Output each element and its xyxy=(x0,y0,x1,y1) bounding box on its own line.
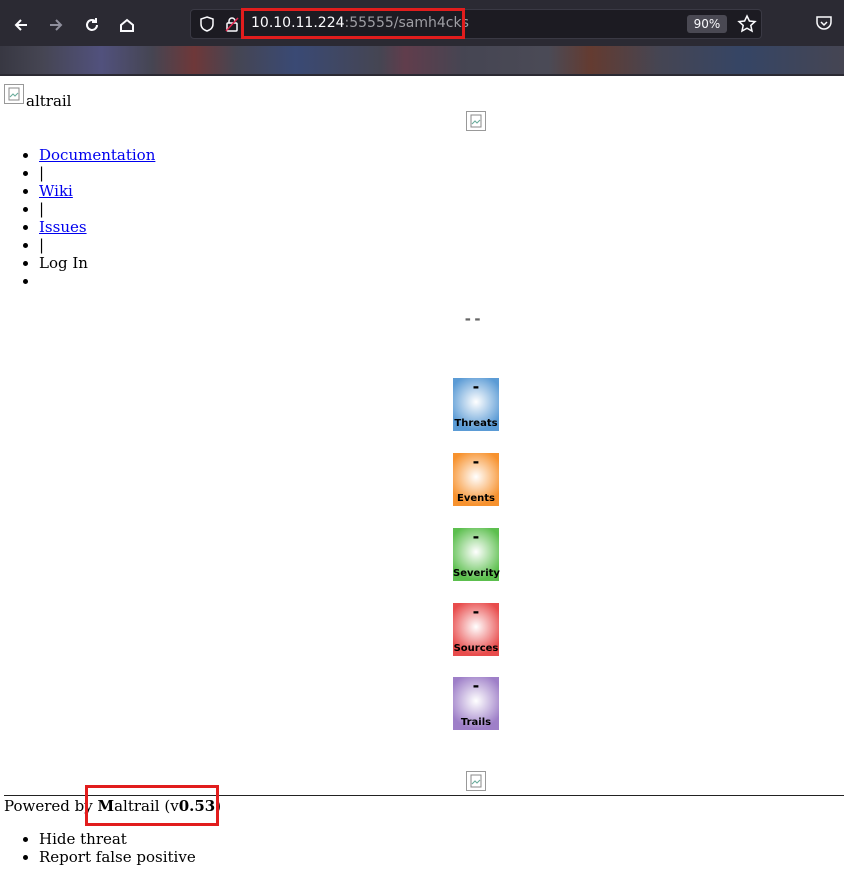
shield-icon[interactable] xyxy=(199,16,215,32)
url-highlight-box xyxy=(241,8,465,39)
tile-label: Trails xyxy=(460,717,492,728)
bookmarks-bar xyxy=(0,46,844,74)
powered-prefix: Powered by xyxy=(4,797,98,815)
login-item[interactable]: Log In xyxy=(39,254,155,272)
tile-events[interactable]: - Events xyxy=(453,453,499,506)
top-nav-list: Documentation | Wiki | Issues | Log In xyxy=(20,146,155,290)
back-icon[interactable] xyxy=(8,12,34,38)
hide-threat-item[interactable]: Hide threat xyxy=(39,830,196,848)
tile-value: - xyxy=(472,527,480,546)
tile-label: Events xyxy=(457,493,495,504)
home-icon[interactable] xyxy=(114,12,140,38)
nav-separator: | xyxy=(39,236,155,254)
pocket-icon[interactable] xyxy=(814,13,834,33)
tile-value: - xyxy=(472,676,480,695)
tile-label: Threats xyxy=(454,418,498,429)
nav-separator: | xyxy=(39,164,155,182)
tile-trails[interactable]: - Trails xyxy=(453,677,499,730)
insecure-lock-icon[interactable] xyxy=(224,16,240,32)
bookmark-star-icon[interactable] xyxy=(737,14,757,34)
report-false-positive-item[interactable]: Report false positive xyxy=(39,848,196,866)
zoom-level[interactable]: 90% xyxy=(687,15,727,33)
logo-text: altrail xyxy=(26,92,72,110)
tile-value: - xyxy=(472,377,480,396)
documentation-link[interactable]: Documentation xyxy=(39,146,155,164)
empty-nav-item xyxy=(39,272,155,290)
forward-icon[interactable] xyxy=(43,12,69,38)
tile-severity[interactable]: - Severity xyxy=(453,527,500,581)
tile-value: - xyxy=(472,452,480,471)
version-highlight-box xyxy=(85,785,219,826)
nav-item-documentation: Documentation xyxy=(39,146,155,164)
nav-item-wiki: Wiki xyxy=(39,182,155,200)
tile-threats[interactable]: - Threats xyxy=(453,378,499,431)
reload-icon[interactable] xyxy=(79,12,105,38)
tile-label: Sources xyxy=(453,643,499,654)
header-broken-image-icon xyxy=(466,111,486,131)
footer-broken-image-icon xyxy=(466,771,486,791)
issues-link[interactable]: Issues xyxy=(39,218,87,236)
period-selector-placeholder[interactable]: ▬ ▬ xyxy=(465,316,481,323)
nav-separator: | xyxy=(39,200,155,218)
wiki-link[interactable]: Wiki xyxy=(39,182,73,200)
browser-toolbar: 10.10.11.224:55555/samh4cks 90% xyxy=(0,0,844,76)
context-menu-list: Hide threat Report false positive xyxy=(20,830,196,866)
logo-broken-image-icon xyxy=(4,84,24,104)
tile-sources[interactable]: - Sources xyxy=(453,603,499,656)
tile-label: Severity xyxy=(453,568,500,579)
nav-item-issues: Issues xyxy=(39,218,155,236)
tile-value: - xyxy=(472,602,480,621)
